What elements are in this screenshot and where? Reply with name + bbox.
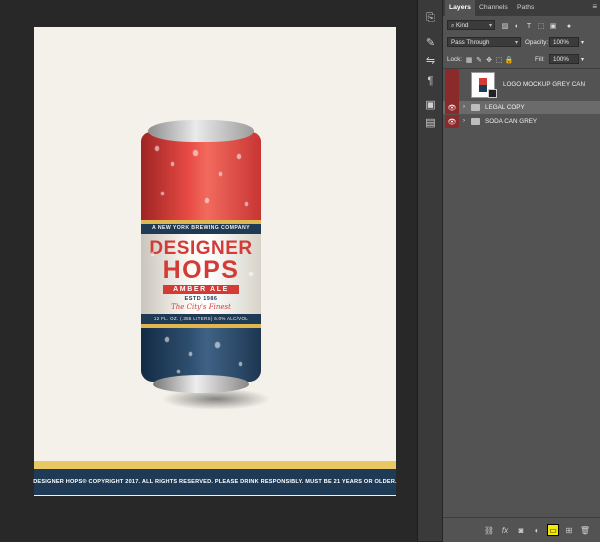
layer-row[interactable]: 👁 › SODA CAN GREY [443,115,600,128]
thumbnail-logo-mark [479,78,487,92]
fill-field[interactable]: 100% [549,54,579,64]
legal-footer: DESIGNER HOPS® COPYRIGHT 2017. ALL RIGHT… [33,469,397,495]
water-droplet [155,146,159,151]
chevron-right-icon[interactable]: › [463,118,465,124]
can-lid [148,120,254,142]
layers-bottom-toolbar: ⛓ fx ◙ ◐ ▭ ⊞ 🗑 [443,517,600,542]
chevron-down-icon[interactable]: ▾ [581,56,584,63]
tab-paths[interactable]: Paths [517,0,534,16]
layer-name: LEGAL COPY [485,104,525,111]
blend-mode-value: Pass Through [451,39,490,46]
can-brand-line: A NEW YORK BREWING COMPANY [152,225,250,231]
folder-icon [471,118,480,125]
shape-filter-icon[interactable]: ⬚ [537,22,545,30]
water-droplet [193,150,198,156]
beer-can-mockup: A NEW YORK BREWING COMPANY DESIGNER HOPS… [141,120,291,420]
layer-row[interactable]: LOGO MOCKUP GREY CAN [443,69,600,101]
panel-menu-icon[interactable]: ≡ [592,2,597,11]
lock-row: Lock: ▦ ✎ ✥ ⬚ 🔒 Fill: 100% ▾ [443,54,600,66]
paragraph-icon[interactable]: ¶ [422,72,439,89]
can-established: ESTD 1986 [184,296,218,302]
fx-icon[interactable]: fx [499,524,511,536]
water-droplet [249,272,253,276]
chevron-down-icon: ▾ [514,40,518,46]
water-droplet [189,352,192,356]
pixel-filter-icon[interactable]: ▨ [501,22,509,30]
canvas-area[interactable]: A NEW YORK BREWING COMPANY DESIGNER HOPS… [0,0,417,541]
visibility-toggle-empty[interactable] [445,69,459,101]
filter-kind-label: Kind [456,22,469,29]
smart-object-filter-icon[interactable]: ▣ [549,22,557,30]
water-droplet [151,252,154,256]
lock-transparency-icon[interactable]: ▦ [465,56,473,64]
eye-icon[interactable]: 👁 [445,101,459,114]
can-red-section [141,132,261,220]
can-slogan: The City's Finest [171,303,231,311]
lock-position-icon[interactable]: ✥ [485,56,493,64]
mask-icon[interactable]: ◙ [515,524,527,536]
opacity-field[interactable]: 100% [549,37,579,47]
type-filter-icon[interactable]: T [525,22,533,30]
water-droplet [161,192,164,195]
lock-artboard-icon[interactable]: ⬚ [495,56,503,64]
panel-dock-strip: ⎘ ✎ ⇋ ¶ ▣ ▤ [417,0,443,541]
can-base [153,375,249,393]
water-droplet [215,342,220,348]
can-legal-line: 12 FL. OZ. (.355 LITERS) 6.0% ALC/VOL [153,316,249,321]
water-droplet [245,202,248,206]
folder-icon [471,104,480,111]
chevron-right-icon[interactable]: › [463,104,465,110]
trash-icon[interactable]: 🗑 [579,524,591,536]
can-blue-section [141,328,261,382]
filter-toggle-icon[interactable]: ● [565,22,573,30]
tab-layers[interactable]: Layers [445,0,475,16]
can-body: A NEW YORK BREWING COMPANY DESIGNER HOPS… [141,132,261,382]
brush-presets-icon[interactable]: ✎ [422,34,439,51]
new-group-icon[interactable]: ▭ [547,524,559,536]
footer-gold-stripe [34,461,396,469]
water-droplet [177,370,180,373]
chevron-down-icon[interactable]: ▾ [581,39,584,46]
lock-pixels-icon[interactable]: ✎ [475,56,483,64]
water-droplet [205,198,209,203]
can-subtitle: AMBER ALE [173,286,229,293]
adjustment-icon[interactable]: ◐ [531,524,543,536]
libraries-icon[interactable]: ▣ [422,96,439,113]
adjustments-icon[interactable]: ⇋ [422,52,439,69]
layer-name: LOGO MOCKUP GREY CAN [503,81,585,88]
smart-object-icon [488,89,497,98]
water-droplet [239,362,242,366]
fill-label: Fill: [535,56,545,63]
link-icon[interactable]: ⛓ [483,524,495,536]
chevron-down-icon: ▾ [488,23,492,29]
lock-all-icon[interactable]: 🔒 [505,56,514,64]
properties-icon[interactable]: ▤ [422,114,439,131]
layer-name: SODA CAN GREY [485,118,538,125]
layers-panel: Layers Channels Paths ≡ ⌕ Kind ▾ ▨ ◐ T ⬚… [442,0,600,542]
filter-kind-select[interactable]: ⌕ Kind ▾ [447,20,495,30]
new-layer-icon[interactable]: ⊞ [563,524,575,536]
water-droplet [237,154,241,159]
fill-value: 100% [553,56,569,63]
water-droplet [165,337,169,342]
filter-row: ⌕ Kind ▾ ▨ ◐ T ⬚ ▣ ● [443,20,600,32]
lock-label: Lock: [447,56,463,63]
blend-mode-select[interactable]: Pass Through ▾ [447,37,521,47]
layer-row[interactable]: 👁 › LEGAL COPY [443,101,600,114]
history-icon[interactable]: ⎘ [422,10,439,27]
water-droplet [219,172,222,176]
water-droplet [171,162,174,166]
blend-row: Pass Through ▾ Opacity: 100% ▾ [443,37,600,49]
panel-tab-bar: Layers Channels Paths ≡ [443,0,600,16]
eye-icon[interactable]: 👁 [445,115,459,128]
opacity-label: Opacity: [525,39,549,46]
can-title-line2: HOPS [162,256,240,284]
opacity-value: 100% [553,39,569,46]
document-artboard[interactable]: A NEW YORK BREWING COMPANY DESIGNER HOPS… [33,27,397,496]
adjustment-filter-icon[interactable]: ◐ [513,22,521,30]
tab-channels[interactable]: Channels [479,0,508,16]
